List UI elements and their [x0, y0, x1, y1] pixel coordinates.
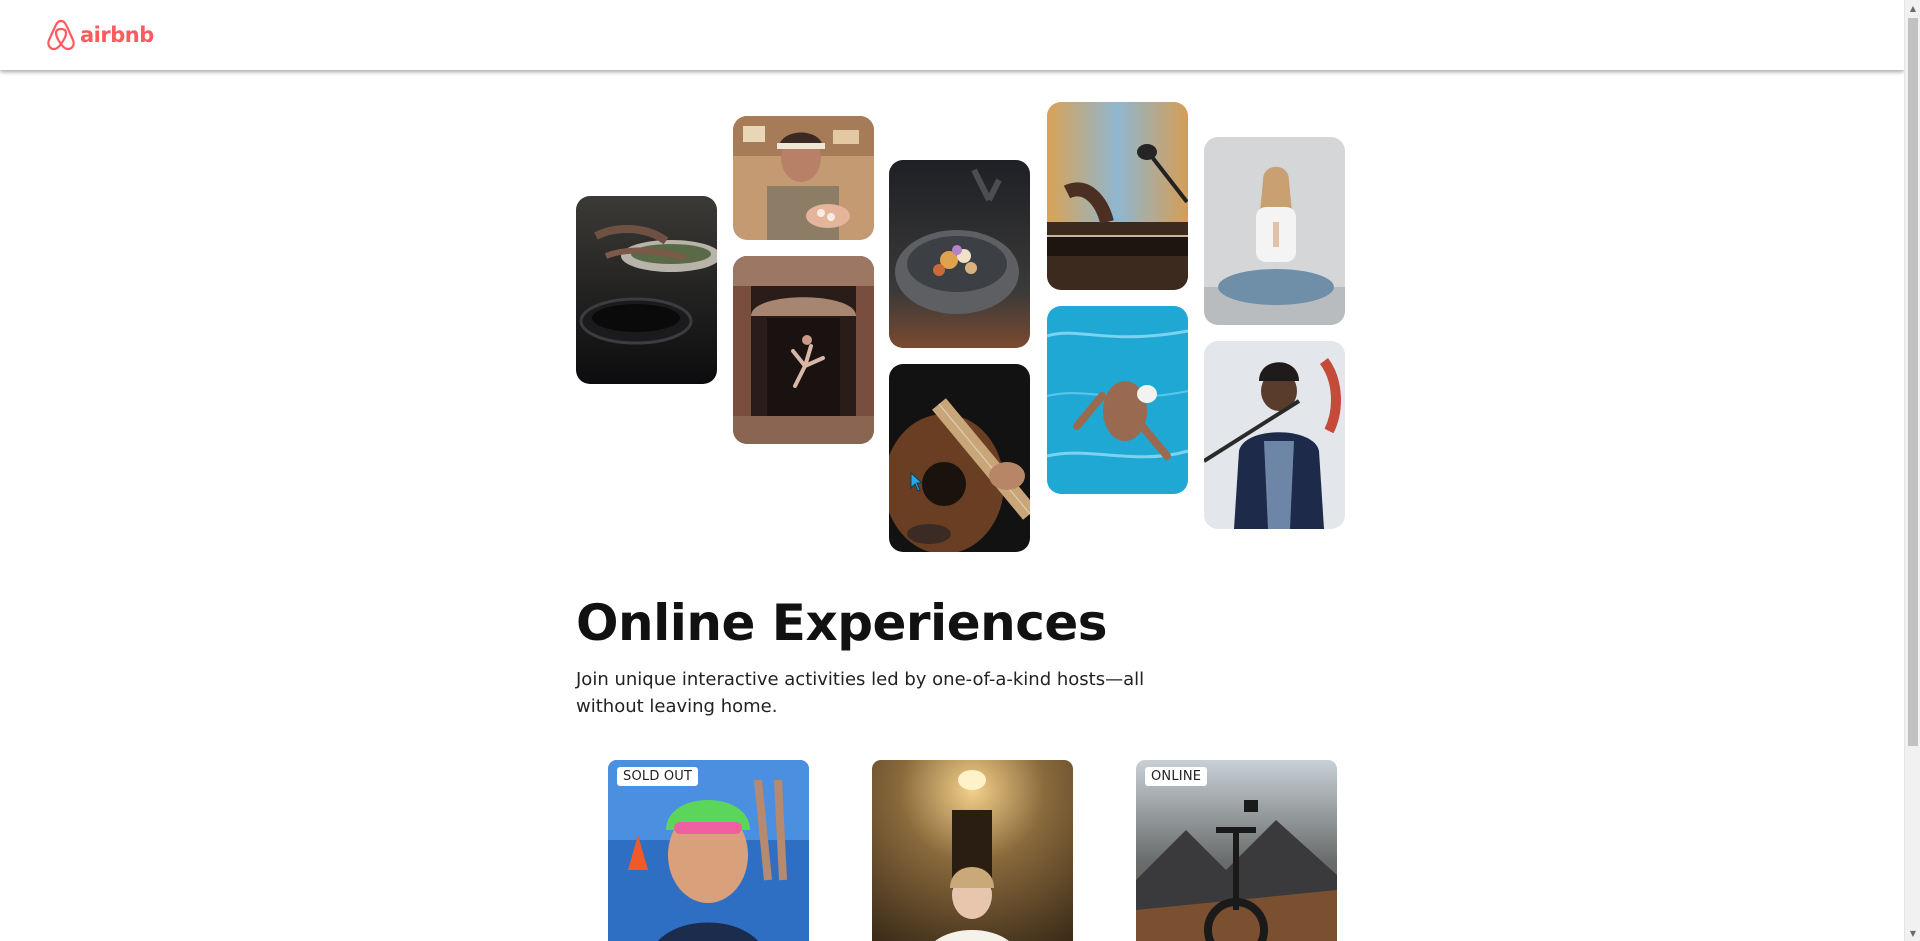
brand-name: airbnb: [80, 23, 154, 47]
experience-card[interactable]: [872, 760, 1073, 941]
status-badge: SOLD OUT: [617, 767, 699, 786]
hero-photo-piano: [1047, 102, 1188, 290]
hero-photo-yoga: [1204, 137, 1345, 325]
experience-card[interactable]: ONLINE: [1136, 760, 1337, 941]
hero-photo-food-bowl: [889, 160, 1030, 348]
scrollbar-thumb[interactable]: [1908, 18, 1918, 746]
hero-photo-cooking: [576, 196, 717, 384]
card-image: [1136, 760, 1337, 941]
page-subtitle: Join unique interactive activities led b…: [576, 669, 1145, 717]
page-title: Online Experiences: [576, 594, 1108, 652]
hero-photo-dancer: [733, 256, 874, 444]
status-badge: ONLINE: [1145, 767, 1208, 786]
airbnb-logo[interactable]: airbnb: [46, 19, 154, 51]
hero-photo-singer: [1204, 341, 1345, 529]
hero-photo-guitar: [889, 364, 1030, 552]
hero-photo-swimmer: [1047, 306, 1188, 494]
card-image: [608, 760, 809, 941]
experience-card[interactable]: SOLD OUT: [608, 760, 809, 941]
scroll-down-arrow-icon[interactable]: ▼: [1905, 925, 1920, 941]
vertical-scrollbar[interactable]: ▲ ▼: [1904, 0, 1920, 941]
page: airbnb Online Experiences Join unique in…: [0, 0, 1920, 941]
navbar: airbnb: [0, 0, 1904, 70]
airbnb-logo-icon: [47, 19, 75, 51]
hero-photo-baking: [733, 116, 874, 240]
mouse-cursor-icon: [910, 472, 924, 492]
scroll-up-arrow-icon[interactable]: ▲: [1905, 0, 1920, 16]
card-image: [872, 760, 1073, 941]
